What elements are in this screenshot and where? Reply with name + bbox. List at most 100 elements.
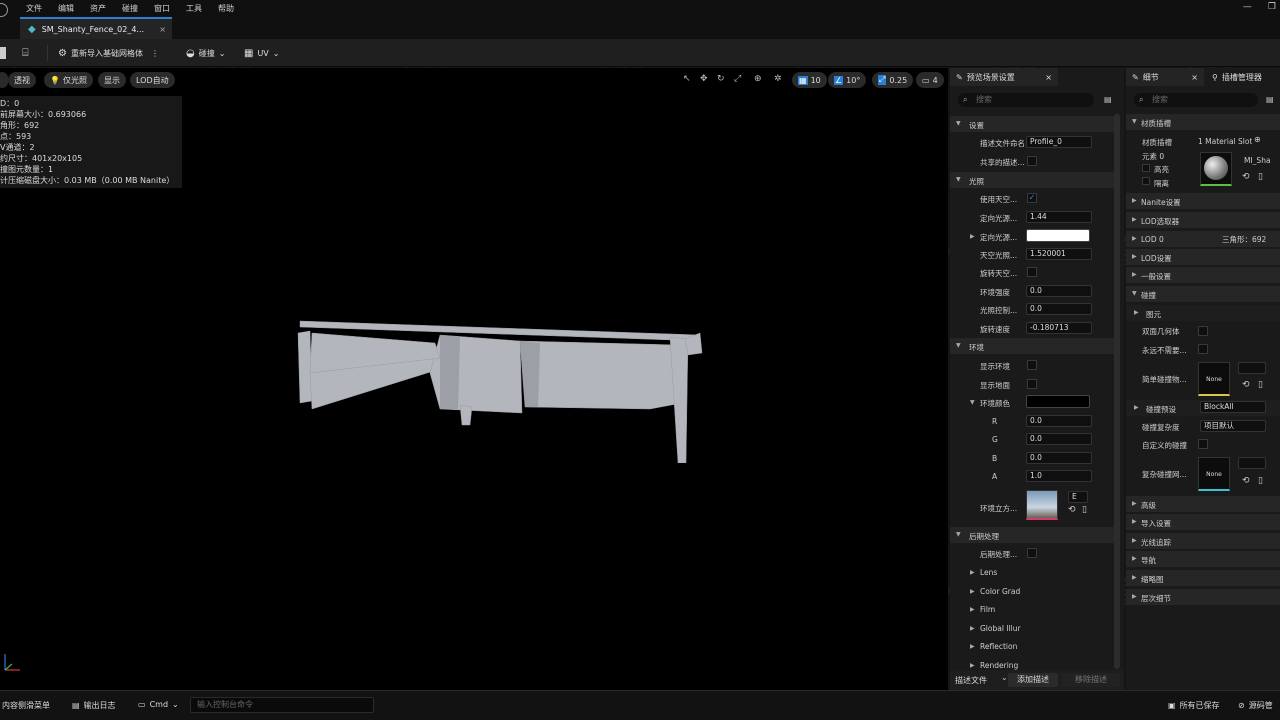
chevron-right-icon[interactable]: ▶ bbox=[970, 606, 975, 613]
scale-icon[interactable]: ⤢ bbox=[734, 74, 741, 84]
numeric-field[interactable]: 0.0 bbox=[1026, 285, 1092, 297]
numeric-field[interactable]: 0.0 bbox=[1026, 415, 1092, 427]
search-input[interactable]: ⌕ 搜索 bbox=[958, 93, 1094, 107]
numeric-field[interactable]: 0.0 bbox=[1026, 303, 1092, 315]
chevron-right-icon[interactable]: ▶ bbox=[970, 569, 975, 576]
angle-snap-button[interactable]: ∠ 10° bbox=[828, 72, 867, 88]
search-input[interactable]: ⌕ 搜索 bbox=[1134, 93, 1258, 107]
show-button[interactable]: 显示 bbox=[98, 72, 126, 88]
table-view-icon[interactable]: ▤ bbox=[1104, 95, 1112, 104]
scrollbar[interactable] bbox=[1114, 114, 1120, 669]
material-name[interactable]: MI_Sha bbox=[1244, 156, 1278, 165]
checkbox[interactable] bbox=[1198, 439, 1208, 449]
checkbox[interactable] bbox=[1142, 164, 1150, 172]
numeric-field[interactable]: 1.0 bbox=[1026, 470, 1092, 482]
section-header[interactable]: ▶ 缩略图 bbox=[1126, 570, 1280, 586]
numeric-field[interactable]: 1.520001 bbox=[1026, 248, 1092, 260]
section-header[interactable]: ▼ 材质插槽 bbox=[1126, 114, 1280, 130]
color-swatch[interactable] bbox=[1026, 229, 1090, 242]
minimize-icon[interactable]: — bbox=[1243, 2, 1252, 12]
scale-snap-button[interactable]: ⤢ 0.25 bbox=[872, 72, 914, 88]
checkbox[interactable] bbox=[1198, 326, 1208, 336]
console-input[interactable]: 输入控制台命令 bbox=[190, 697, 374, 713]
color-swatch[interactable] bbox=[1026, 395, 1090, 408]
lod-auto-button[interactable]: LOD自动 bbox=[130, 72, 175, 88]
numeric-field[interactable]: -0.180713 bbox=[1026, 322, 1092, 334]
menu-asset[interactable]: 资产 bbox=[82, 3, 114, 14]
section-header[interactable]: ▼ 碰撞 bbox=[1126, 286, 1280, 302]
perspective-button[interactable]: 透视 bbox=[8, 72, 36, 88]
menu-file[interactable]: 文件 bbox=[18, 3, 50, 14]
complex-collision-thumbnail[interactable]: None bbox=[1198, 457, 1230, 491]
close-icon[interactable]: × bbox=[1191, 73, 1198, 82]
source-control-button[interactable]: ⊘ 源码管 bbox=[1238, 700, 1273, 711]
world-icon[interactable]: ⊕ bbox=[754, 74, 762, 84]
section-header[interactable]: ▶ 导航 bbox=[1126, 551, 1280, 567]
close-icon[interactable]: × bbox=[159, 25, 166, 34]
browse-asset-icon[interactable]: ⟲ bbox=[1242, 380, 1250, 390]
section-header[interactable]: ▶ Nanite设置 bbox=[1126, 193, 1280, 209]
select-icon[interactable]: ↖ bbox=[683, 74, 691, 84]
viewport-menu-button[interactable] bbox=[0, 72, 8, 88]
remove-profile-button[interactable]: 移除描述 bbox=[1062, 673, 1120, 687]
camera-speed-button[interactable]: ▭ 4 bbox=[916, 72, 944, 88]
viewport[interactable]: 透视 💡 仅光照 显示 LOD自动 ↖ ✥ ↻ ⤢ ⊕ ✲ ▦ 10 ∠ 10° ⤢ 0… bbox=[0, 68, 948, 690]
add-icon[interactable]: ⊕ bbox=[1254, 135, 1261, 144]
close-icon[interactable]: × bbox=[1045, 73, 1052, 82]
collision-complexity-dropdown[interactable]: 项目默认 bbox=[1200, 420, 1266, 432]
browse-icon[interactable]: ⌸ bbox=[22, 43, 29, 63]
section-header[interactable]: ▶ 导入设置 bbox=[1126, 514, 1280, 530]
simple-collision-thumbnail[interactable]: None bbox=[1198, 362, 1230, 396]
reimport-button[interactable]: ⚙ 重新导入基础网格体 ⋮ bbox=[58, 43, 159, 63]
section-header[interactable]: ▶ LOD选取器 bbox=[1126, 212, 1280, 228]
surface-snap-icon[interactable]: ✲ bbox=[774, 74, 782, 84]
section-header[interactable]: ▼ 环境 bbox=[950, 338, 1114, 354]
fence-mesh-preview[interactable] bbox=[290, 313, 710, 463]
content-drawer-button[interactable]: 内容侧滑菜单 bbox=[2, 700, 50, 711]
cmd-dropdown[interactable]: ▭ Cmd ⌄ bbox=[138, 700, 179, 709]
find-asset-icon[interactable]: ▯ bbox=[1082, 505, 1087, 515]
chevron-right-icon[interactable]: ▶ bbox=[970, 588, 975, 595]
output-log-button[interactable]: ▤ 输出日志 bbox=[72, 700, 116, 711]
collision-preset-dropdown[interactable]: BlockAll bbox=[1200, 401, 1266, 413]
menu-collision[interactable]: 碰撞 bbox=[114, 3, 146, 14]
browse-asset-icon[interactable]: ⟲ bbox=[1242, 172, 1250, 182]
checkbox[interactable] bbox=[1027, 156, 1037, 166]
collision-dropdown[interactable]: ◒ 碰撞 ⌄ bbox=[186, 43, 225, 63]
chevron-down-icon[interactable]: ▼ bbox=[970, 399, 975, 406]
numeric-field[interactable]: 1.44 bbox=[1026, 211, 1092, 223]
lighting-only-button[interactable]: 💡 仅光照 bbox=[44, 72, 93, 88]
browse-asset-icon[interactable]: ⟲ bbox=[1242, 476, 1250, 486]
checkbox[interactable] bbox=[1198, 344, 1208, 354]
add-profile-button[interactable]: 添加描述 bbox=[1008, 673, 1058, 687]
find-asset-icon[interactable]: ▯ bbox=[1258, 476, 1263, 486]
cubemap-thumbnail[interactable] bbox=[1026, 490, 1058, 520]
chevron-right-icon[interactable]: ▶ bbox=[970, 625, 975, 632]
asset-dropdown[interactable] bbox=[1238, 362, 1266, 374]
rotate-icon[interactable]: ↻ bbox=[717, 74, 725, 84]
asset-dropdown[interactable] bbox=[1238, 457, 1266, 469]
checkbox[interactable] bbox=[1027, 548, 1037, 558]
menu-window[interactable]: 窗口 bbox=[146, 3, 178, 14]
browse-asset-icon[interactable]: ⟲ bbox=[1068, 505, 1076, 515]
save-icon[interactable] bbox=[0, 43, 6, 63]
checkbox[interactable] bbox=[1027, 360, 1037, 370]
menu-tools[interactable]: 工具 bbox=[178, 3, 210, 14]
numeric-field[interactable]: Profile_0 bbox=[1026, 136, 1092, 148]
section-header[interactable]: ▼ 后期处理 bbox=[950, 527, 1114, 543]
checkbox[interactable] bbox=[1142, 177, 1150, 185]
more-icon[interactable]: ⋮ bbox=[151, 49, 159, 58]
section-header[interactable]: ▼ 光照 bbox=[950, 172, 1114, 188]
tab-socket-manager[interactable]: ⚲ 插槽管理器 bbox=[1206, 68, 1280, 86]
section-header[interactable]: ▶ 一般设置 bbox=[1126, 267, 1280, 283]
chevron-right-icon[interactable]: ▶ bbox=[970, 233, 975, 240]
section-header[interactable]: ▶ 光线追踪 bbox=[1126, 533, 1280, 549]
menu-help[interactable]: 帮助 bbox=[210, 3, 242, 14]
chevron-right-icon[interactable]: ▶ bbox=[970, 643, 975, 650]
asset-tab[interactable]: ◆ SM_Shanty_Fence_02_4... × bbox=[20, 17, 172, 39]
section-header[interactable]: ▶ 图元 bbox=[1126, 305, 1280, 321]
tab-preview-scene-settings[interactable]: ✎ 预览场景设置 × bbox=[950, 68, 1058, 86]
cubemap-dropdown[interactable]: E bbox=[1068, 491, 1088, 503]
uv-dropdown[interactable]: ▦ UV ⌄ bbox=[244, 43, 279, 63]
tab-details[interactable]: ✎ 细节 × bbox=[1126, 68, 1204, 86]
